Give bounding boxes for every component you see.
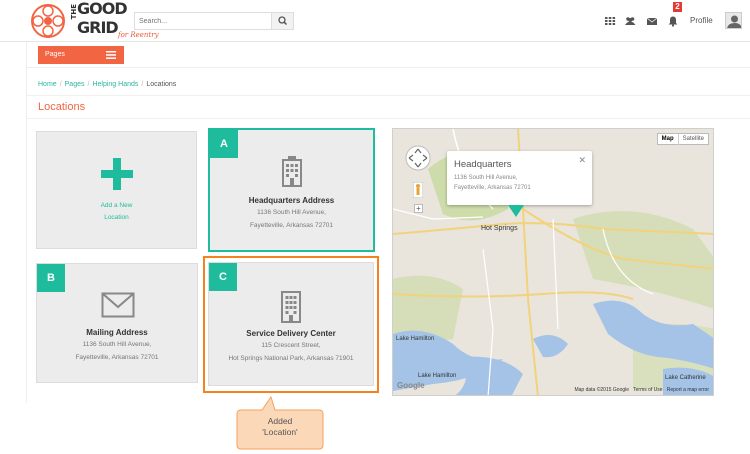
callout-text: Added 'Location' — [235, 416, 325, 438]
logo-grid: GRID — [77, 18, 119, 37]
top-navbar: THE GOOD GRID for Reentry Search... 2 Pr… — [0, 0, 750, 42]
map-type-satellite-button[interactable]: Satellite — [677, 134, 708, 145]
info-window-close-icon[interactable]: ✕ — [578, 155, 586, 166]
users-icon[interactable] — [624, 15, 636, 27]
map-lake-label: Lake Hamilton — [396, 336, 435, 342]
location-letter-badge: C — [209, 263, 237, 291]
page-title: Locations — [38, 101, 86, 113]
pages-menu-label: Pages — [45, 51, 65, 58]
google-logo: Google — [397, 381, 425, 390]
map-report-link[interactable]: Report a map error — [667, 387, 709, 393]
breadcrumb-home[interactable]: Home — [38, 81, 57, 88]
location-address-line1: 1136 South Hill Avenue, — [257, 209, 326, 216]
user-silhouette-icon — [727, 15, 741, 28]
envelope-outline-icon — [101, 292, 135, 318]
logo-flower-icon — [31, 4, 65, 38]
location-address-line2: Fayetteville, Arkansas 72701 — [75, 354, 159, 361]
location-address-line1: 1136 South Hill Avenue, — [82, 341, 152, 348]
profile-link[interactable]: Profile — [690, 16, 713, 25]
map-lake-label: Lake Catherine — [665, 375, 706, 381]
breadcrumb-separator: / — [141, 81, 144, 88]
logo[interactable]: THE GOOD GRID for Reentry — [30, 0, 159, 39]
location-address-line2: Fayetteville, Arkansas 72701 — [249, 222, 334, 229]
breadcrumb: Home / Pages / Helping Hands / Locations — [38, 81, 176, 88]
add-location-card[interactable]: Add a New Location — [36, 131, 197, 249]
breadcrumb-separator: / — [87, 81, 90, 88]
location-card-c[interactable]: C Service Delivery Center 115 Crescent S… — [208, 262, 374, 386]
bell-icon[interactable] — [667, 15, 679, 27]
search-icon — [278, 16, 288, 26]
breadcrumb-pages[interactable]: Pages — [65, 81, 85, 88]
location-name: Headquarters Address — [248, 196, 335, 205]
title-divider — [27, 118, 750, 119]
map-pan-control[interactable] — [405, 145, 431, 171]
map-type-switch: Map Satellite — [656, 133, 709, 145]
plus-icon — [101, 158, 133, 190]
add-location-line1: Add a New — [100, 202, 133, 209]
location-card-b[interactable]: B Mailing Address 1136 South Hill Avenue… — [36, 263, 198, 383]
search-button[interactable] — [271, 13, 293, 29]
hamburger-icon — [106, 51, 116, 59]
callout-line2: 'Location' — [262, 427, 298, 437]
office-building-icon — [281, 291, 301, 323]
pegman-icon[interactable] — [413, 182, 423, 198]
avatar[interactable] — [725, 12, 742, 29]
location-letter-badge: B — [37, 264, 65, 292]
app-root: THE GOOD GRID for Reentry Search... 2 Pr… — [0, 0, 750, 454]
search-input[interactable] — [135, 13, 272, 29]
breadcrumb-separator: / — [59, 81, 62, 88]
pages-menu-button[interactable]: Pages — [38, 46, 124, 64]
search-box — [134, 12, 294, 30]
breadcrumb-current: Locations — [146, 81, 177, 88]
location-name: Mailing Address — [86, 328, 148, 337]
location-map[interactable]: + Headquarters ✕ 1136 South Hill Avenue,… — [392, 128, 714, 396]
map-lake-label: Lake Hamilton — [418, 373, 457, 379]
info-window-title: Headquarters — [454, 159, 512, 170]
map-terms-link[interactable]: Terms of Use — [633, 387, 662, 393]
breadcrumb-row: Home / Pages / Helping Hands / Locations — [27, 74, 750, 96]
added-location-callout: Added 'Location' — [235, 396, 325, 451]
building-icon — [282, 156, 302, 187]
location-address-line1: 115 Crescent Street, — [261, 342, 321, 349]
map-info-window: Headquarters ✕ 1136 South Hill Avenue, F… — [447, 151, 592, 205]
envelope-icon[interactable] — [646, 15, 658, 27]
logo-good: GOOD — [77, 0, 128, 18]
zoom-in-button[interactable]: + — [414, 204, 423, 213]
info-window-address-line2: Fayetteville, Arkansas 72701 — [454, 185, 531, 191]
location-letter-badge: A — [210, 130, 238, 158]
info-window-address-line1: 1136 South Hill Avenue, — [454, 175, 518, 181]
location-address-line2: Hot Springs National Park, Arkansas 7190… — [228, 355, 354, 362]
location-name: Service Delivery Center — [246, 329, 336, 338]
logo-tagline: for Reentry — [118, 31, 159, 39]
add-location-label: Add a New Location — [37, 200, 196, 224]
add-location-line2: Location — [104, 214, 129, 221]
breadcrumb-helping-hands[interactable]: Helping Hands — [92, 81, 138, 88]
pages-toolbar: Pages — [26, 42, 750, 68]
map-data-attribution: Map data ©2015 Google — [574, 387, 630, 393]
notification-badge: 2 — [673, 2, 682, 12]
map-city-label: Hot Springs — [481, 225, 518, 232]
map-footer: Map data ©2015 Google Terms of Use Repor… — [574, 387, 709, 393]
map-type-map-button[interactable]: Map — [658, 134, 678, 145]
map-marker-icon[interactable] — [505, 205, 527, 219]
apps-grid-icon[interactable] — [604, 15, 616, 27]
location-card-a[interactable]: A Headquarters Address 1136 South Hill A… — [208, 128, 375, 252]
callout-line1: Added — [267, 416, 293, 426]
